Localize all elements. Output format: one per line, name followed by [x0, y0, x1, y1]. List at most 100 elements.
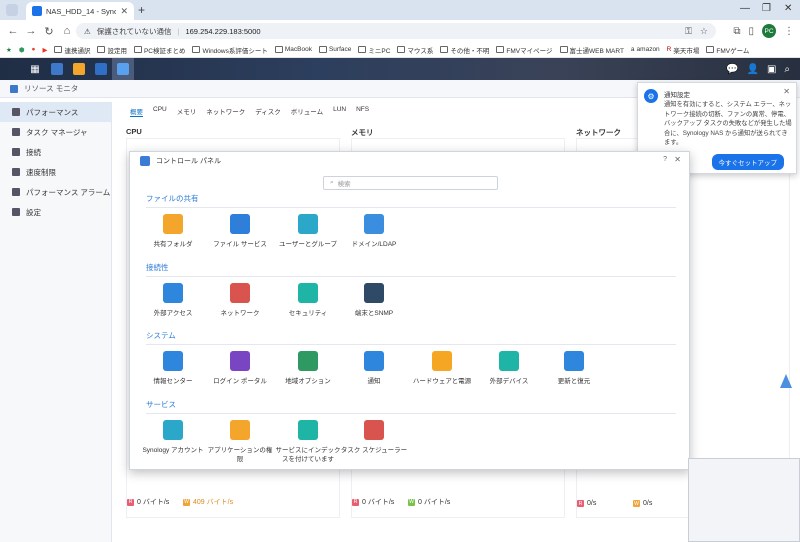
control-panel-item[interactable]: 更新と復元 [539, 351, 609, 386]
new-tab-icon[interactable]: + [138, 3, 145, 17]
bookmark-item[interactable]: マウス系 [397, 45, 433, 55]
back-icon[interactable]: ← [4, 25, 22, 37]
taskbar-thumbnail-preview[interactable] [688, 458, 800, 542]
control-panel-item-label: 外部アクセス [153, 310, 193, 317]
tab-network[interactable]: ネットワーク [206, 106, 245, 117]
home-icon[interactable]: ⌂ [58, 25, 76, 37]
search-icon[interactable]: ⌕ [784, 64, 790, 75]
reload-icon[interactable]: ↻ [40, 25, 58, 38]
amazon-icon: a [630, 46, 635, 53]
tab-nfs[interactable]: NFS [356, 106, 369, 117]
sidebar-item-speed-limit[interactable]: 速度制限 [0, 162, 111, 182]
minimize-icon[interactable]: — [740, 3, 750, 14]
tab-search-icon[interactable] [6, 4, 18, 16]
search-input[interactable]: ⌕ 検索 [323, 176, 498, 190]
bookmark-item[interactable]: その他・不明 [440, 45, 489, 55]
tab-cpu[interactable]: CPU [153, 106, 167, 117]
control-panel-item[interactable]: タスク スケジューラー [339, 420, 409, 455]
bookmark-item[interactable]: FMVゲーム [706, 45, 749, 55]
control-panel-item[interactable]: 情報センター [138, 351, 208, 386]
control-panel-item[interactable]: 外部デバイス [474, 351, 544, 386]
control-panel-item[interactable]: ハードウェアと電源 [407, 351, 477, 386]
taskbar-app-resource-monitor[interactable] [46, 58, 68, 80]
control-panel-item[interactable]: Synology アカウント [138, 420, 208, 455]
control-panel-window: コントロール パネル ? ✕ ⌕ 検索 ファイルの共有 共有フォルダ ファイル サー… [129, 151, 690, 470]
control-panel-item[interactable]: 通知 [339, 351, 409, 386]
close-window-icon[interactable]: ✕ [784, 3, 792, 14]
close-icon[interactable]: ✕ [674, 155, 681, 164]
main-menu-icon[interactable]: ▦ [24, 58, 46, 80]
bookmark-item[interactable]: 富士通WEB MART [559, 45, 624, 55]
widgets-icon[interactable]: ▣ [767, 64, 776, 75]
control-panel-item[interactable]: 端末とSNMP [339, 283, 409, 318]
setup-now-button[interactable]: 今すぐセットアップ [711, 154, 784, 170]
extensions-icon[interactable]: ⧉ [733, 26, 740, 37]
write-badge: W [408, 498, 415, 506]
rate-write: W0 バイト/s [408, 498, 451, 506]
bookmark-item[interactable]: Windows系評価シート [192, 45, 268, 55]
bookmark-item[interactable]: R 楽天市場 [667, 45, 700, 55]
bookmark-item[interactable]: a amazon [631, 46, 660, 53]
browser-tab[interactable]: NAS_HDD_14 - Synology NAS ✕ [26, 2, 134, 20]
bookmark-item[interactable]: Surface [318, 46, 351, 53]
control-panel-item[interactable]: 共有フォルダ [138, 214, 208, 249]
bookmark-item[interactable]: MacBook [274, 46, 312, 53]
update-restore-icon [564, 351, 584, 371]
youtube-icon[interactable]: ▶ [42, 46, 47, 54]
control-panel-item[interactable]: ファイル サービス [205, 214, 275, 249]
hardware-power-icon [432, 351, 452, 371]
sidebar-item-performance[interactable]: パフォーマンス [0, 102, 111, 122]
sidebar-item-task-manager[interactable]: タスク マネージャ [0, 122, 111, 142]
rate-read: R0 バイト/s [127, 498, 170, 506]
section-heading: システム [146, 330, 676, 345]
close-tab-icon[interactable]: ✕ [120, 6, 128, 17]
taskbar-app-package[interactable] [90, 58, 112, 80]
tab-disk[interactable]: ディスク [255, 106, 281, 117]
control-panel-item[interactable]: 地域オプション [273, 351, 343, 386]
location-pin-icon[interactable]: ● [32, 46, 36, 53]
menu-dots-icon[interactable]: ⋮ [784, 26, 794, 37]
notification-title: 通知設定 [664, 92, 690, 99]
tab-lun[interactable]: LUN [333, 106, 346, 117]
bookmark-icon [97, 46, 106, 53]
tab-volume[interactable]: ボリューム [291, 106, 323, 117]
bookmark-item[interactable]: PC検証まとめ [133, 45, 185, 55]
sidebar-item-connection[interactable]: 接続 [0, 142, 111, 162]
sidebar-item-alarm[interactable]: パフォーマンス アラーム [0, 182, 111, 202]
password-key-icon[interactable]: ⚿ [685, 26, 692, 37]
bookmark-item[interactable]: 設定用 [97, 45, 127, 55]
control-panel-item[interactable]: ユーザーとグループ [273, 214, 343, 249]
control-panel-item[interactable]: ネットワーク [205, 283, 275, 318]
control-panel-item[interactable]: ログイン ポータル [205, 351, 275, 386]
chat-icon[interactable]: 💬 [726, 64, 738, 75]
control-panel-item[interactable]: ドメイン/LDAP [339, 214, 409, 249]
forward-icon[interactable]: → [22, 25, 40, 37]
close-icon[interactable]: ✕ [783, 87, 790, 96]
taskbar-app-file-station[interactable] [68, 58, 90, 80]
sidepanel-icon[interactable]: ▯ [748, 26, 754, 37]
apps-icon[interactable]: ★ [6, 46, 12, 54]
help-icon[interactable]: ? [663, 156, 667, 163]
maximize-icon[interactable]: ❐ [762, 3, 771, 14]
external-access-icon [163, 283, 183, 303]
login-portal-icon [230, 351, 250, 371]
taskbar-app-control-panel[interactable] [112, 58, 134, 80]
control-panel-item[interactable]: サービスにインデックスを付けています [273, 420, 343, 464]
control-panel-item[interactable]: セキュリティ [273, 283, 343, 318]
bookmark-item[interactable]: 連携通訳 [54, 45, 90, 55]
control-panel-title: コントロール パネル [156, 158, 221, 165]
bookmark-icon [559, 46, 568, 53]
profile-avatar[interactable]: PC [762, 24, 776, 38]
user-icon[interactable]: 👤 [746, 64, 758, 75]
maps-icon[interactable]: ⬢ [19, 46, 25, 54]
sidebar-item-settings[interactable]: 設定 [0, 202, 111, 222]
control-panel-item-label: 更新と復元 [557, 378, 591, 385]
bookmark-item[interactable]: ミニPC [358, 45, 390, 55]
tab-overview[interactable]: 概要 [130, 106, 143, 117]
tab-memory[interactable]: メモリ [177, 106, 197, 117]
bookmark-star-icon[interactable]: ☆ [700, 26, 708, 37]
address-bar[interactable]: ⚠ 保護されていない通信 | 169.254.229.183:5000 ⚿ ☆ [76, 23, 716, 39]
control-panel-item[interactable]: アプリケーションの権限 [205, 420, 275, 464]
control-panel-item[interactable]: 外部アクセス [138, 283, 208, 318]
bookmark-item[interactable]: FMVマイページ [496, 45, 553, 55]
